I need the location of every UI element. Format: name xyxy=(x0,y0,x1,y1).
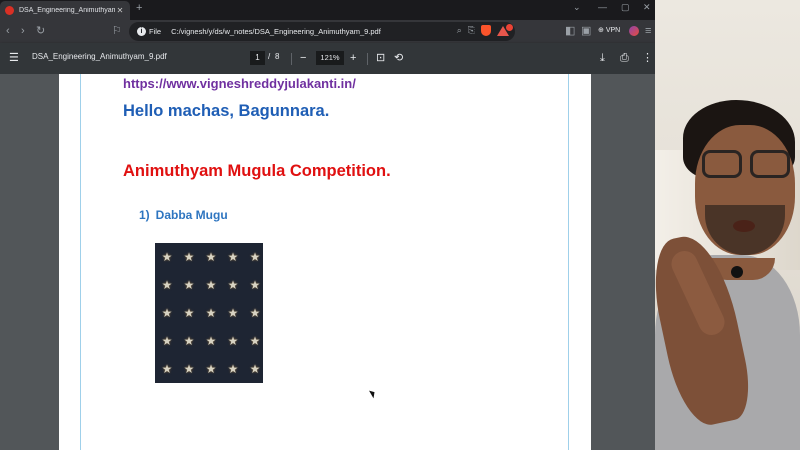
star-icon: ★ xyxy=(205,278,217,292)
presenter-glasses xyxy=(700,150,796,182)
minimize-icon[interactable]: — xyxy=(598,2,607,12)
star-icon: ★ xyxy=(183,278,195,292)
page-separator: / xyxy=(268,52,271,61)
reload-icon[interactable]: ↻ xyxy=(36,24,45,38)
star-icon: ★ xyxy=(183,306,195,320)
zoom-lens-icon[interactable]: ⌕ xyxy=(457,25,462,36)
star-icon: ★ xyxy=(249,250,261,264)
page-number-input[interactable]: 1 xyxy=(250,51,265,65)
fit-page-icon[interactable]: ⊡ xyxy=(376,51,385,65)
page-total: 8 xyxy=(275,52,280,61)
download-icon[interactable]: ⤓ xyxy=(600,51,605,65)
notification-badge xyxy=(506,23,513,31)
toolbar-divider xyxy=(367,53,368,65)
tab-title: DSA_Engineering_Animuthyam_9.pdf xyxy=(19,7,115,14)
star-icon: ★ xyxy=(161,250,173,264)
print-icon[interactable]: ⎙ xyxy=(620,51,629,65)
brave-rewards-icon[interactable] xyxy=(497,23,513,36)
star-icon: ★ xyxy=(227,250,239,264)
tab-search-icon[interactable]: ⌄ xyxy=(573,2,581,13)
star-icon: ★ xyxy=(161,278,173,292)
pdf-file-name: DSA_Engineering_Animuthyam_9.pdf xyxy=(32,52,167,61)
toolbar-divider xyxy=(291,53,292,65)
competition-heading: Animuthyam Mugula Competition. xyxy=(123,162,391,180)
pdf-page: https://www.vigneshreddyjulakanti.in/ He… xyxy=(59,74,591,450)
star-icon: ★ xyxy=(205,306,217,320)
list-item-label: Dabba Mugu xyxy=(155,208,228,222)
maximize-icon[interactable]: ▢ xyxy=(621,2,630,13)
vpn-button[interactable]: ⊕ VPN xyxy=(594,24,624,38)
star-icon: ★ xyxy=(161,306,173,320)
star-icon: ★ xyxy=(249,334,261,348)
zoom-input[interactable]: 121% xyxy=(316,51,344,65)
address-bar-actions: ⌕ ⎘ xyxy=(457,23,513,36)
sidebar-icon[interactable]: ◧ xyxy=(565,24,575,38)
url-text[interactable]: C:/vignesh/y/ds/w_notes/DSA_Engineering_… xyxy=(171,27,381,36)
scheme-label: File xyxy=(149,27,162,36)
webcam-overlay xyxy=(655,0,800,450)
list-item: 1) Dabba Mugu xyxy=(139,208,228,222)
star-icon: ★ xyxy=(249,362,261,376)
star-icon: ★ xyxy=(249,278,261,292)
star-icon: ★ xyxy=(249,306,261,320)
pdf-favicon-icon xyxy=(5,6,14,15)
right-lens xyxy=(750,150,790,178)
left-lens xyxy=(702,150,742,178)
nav-toolbar: ‹ › ↻ ⚐ i File C:/vignesh/y/ds/w_notes/D… xyxy=(0,20,655,43)
star-icon: ★ xyxy=(161,362,173,376)
profile-avatar[interactable] xyxy=(629,26,639,36)
list-item-number: 1) xyxy=(139,208,150,222)
tab-strip: DSA_Engineering_Animuthyam_9.pdf ✕ + ⌄ —… xyxy=(0,0,655,20)
star-icon: ★ xyxy=(161,334,173,348)
share-icon[interactable]: ⎘ xyxy=(468,25,475,36)
rotate-icon[interactable]: ⟲ xyxy=(394,51,403,65)
star-pattern-image: ★ ★ ★ ★ ★ ★ ★ ★ ★ ★ ★ ★ ★ ★ ★ ★ ★ ★ ★ ★ ★ ★ ★ ★ ★ xyxy=(155,243,263,383)
pdf-viewer[interactable]: https://www.vigneshreddyjulakanti.in/ He… xyxy=(0,74,655,450)
zoom-in-icon[interactable]: + xyxy=(350,51,356,65)
star-icon: ★ xyxy=(205,250,217,264)
tab-active[interactable]: DSA_Engineering_Animuthyam_9.pdf ✕ xyxy=(0,1,130,20)
page-border xyxy=(80,74,569,450)
site-info-icon[interactable]: i xyxy=(137,27,146,36)
pdf-menu-icon[interactable]: ☰ xyxy=(9,51,19,65)
vpn-label: VPN xyxy=(605,27,621,34)
new-tab-icon[interactable]: + xyxy=(136,2,142,14)
bookmark-icon[interactable]: ⚐ xyxy=(112,24,122,38)
presenter-mouth xyxy=(733,220,755,232)
brave-shields-icon[interactable] xyxy=(481,25,491,36)
back-icon[interactable]: ‹ xyxy=(6,24,10,38)
pdf-toolbar: ☰ DSA_Engineering_Animuthyam_9.pdf 1 / 8… xyxy=(0,43,655,74)
star-icon: ★ xyxy=(205,334,217,348)
zoom-out-icon[interactable]: − xyxy=(300,51,306,65)
star-icon: ★ xyxy=(227,334,239,348)
star-icon: ★ xyxy=(227,278,239,292)
star-icon: ★ xyxy=(183,250,195,264)
forward-icon[interactable]: › xyxy=(21,24,25,38)
greeting-heading: Hello machas, Bagunnara. xyxy=(123,102,330,120)
close-window-icon[interactable]: ✕ xyxy=(643,2,651,13)
star-icon: ★ xyxy=(227,362,239,376)
website-link[interactable]: https://www.vigneshreddyjulakanti.in/ xyxy=(123,76,356,91)
tab-close-icon[interactable]: ✕ xyxy=(115,6,125,15)
wallet-icon[interactable]: ▣ xyxy=(581,24,591,38)
more-options-icon[interactable]: ⋮ xyxy=(642,51,653,65)
star-icon: ★ xyxy=(227,306,239,320)
star-icon: ★ xyxy=(183,362,195,376)
vpn-globe-icon: ⊕ xyxy=(598,27,604,34)
lapel-mic xyxy=(731,266,743,278)
browser-window: DSA_Engineering_Animuthyam_9.pdf ✕ + ⌄ —… xyxy=(0,0,655,450)
star-icon: ★ xyxy=(183,334,195,348)
star-icon: ★ xyxy=(205,362,217,376)
address-bar[interactable]: i File C:/vignesh/y/ds/w_notes/DSA_Engin… xyxy=(129,22,515,41)
menu-icon[interactable]: ≡ xyxy=(645,24,651,38)
